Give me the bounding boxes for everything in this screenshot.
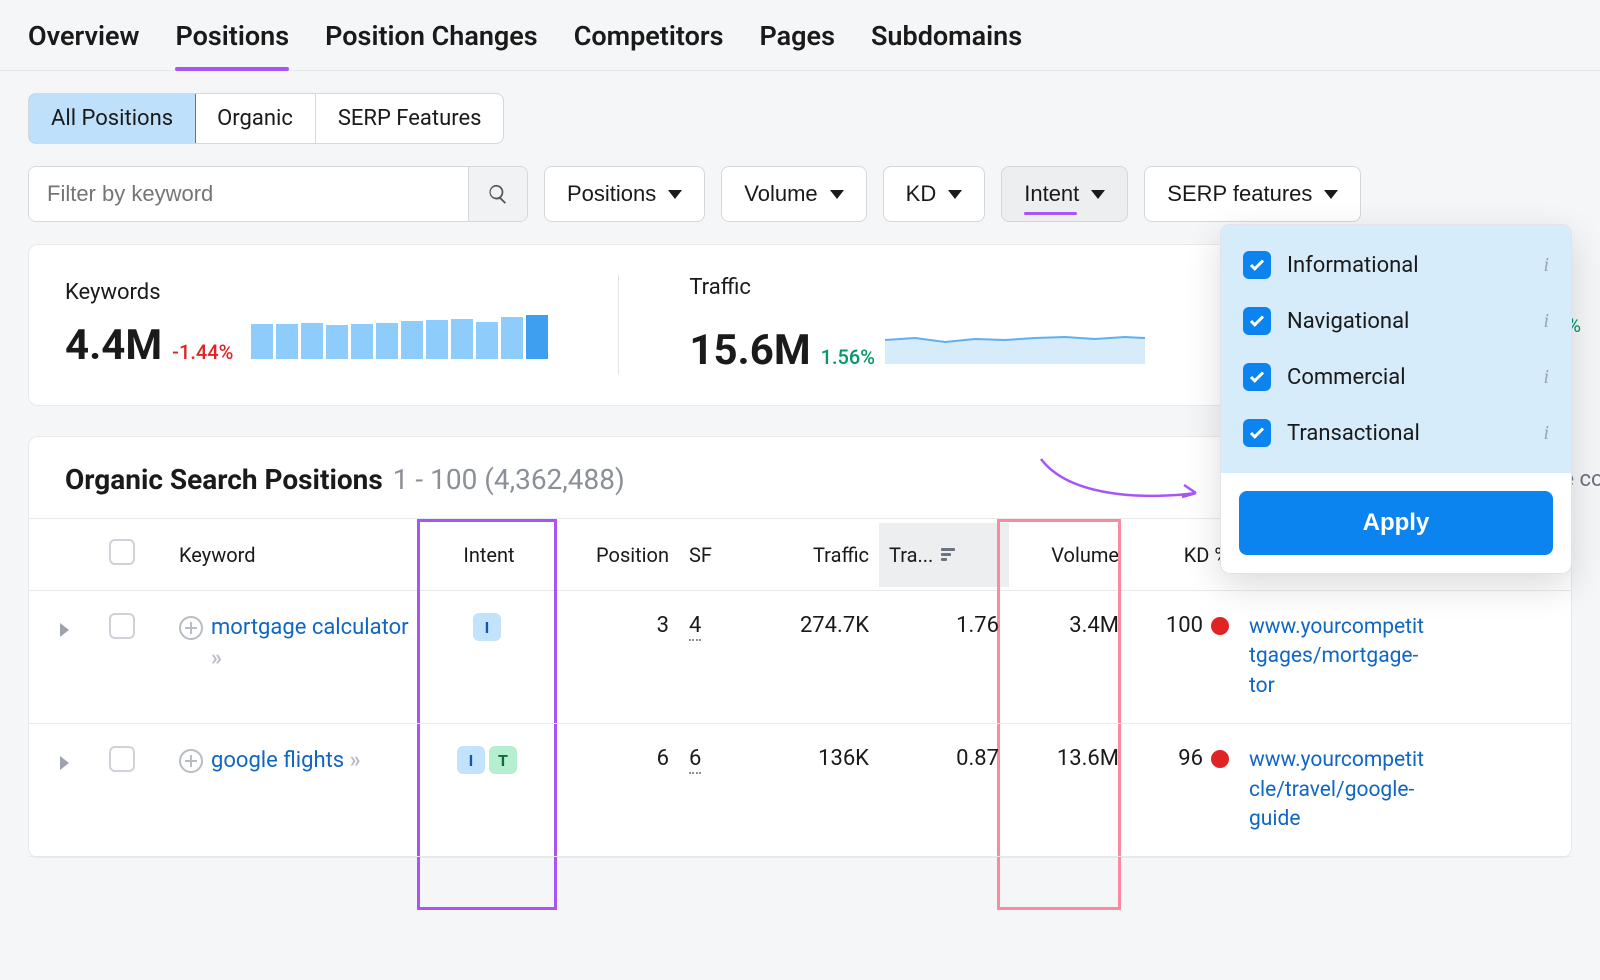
kd-difficulty-dot: [1211, 617, 1229, 635]
metric-value: 4.4M: [65, 321, 162, 370]
intent-option-navigational[interactable]: Navigational i: [1221, 293, 1571, 349]
metric-keywords: Keywords 4.4M -1.44%: [65, 280, 548, 370]
tab-positions[interactable]: Positions: [175, 20, 289, 70]
row-checkbox[interactable]: [109, 613, 135, 639]
filter-serp-features[interactable]: SERP features: [1144, 166, 1361, 222]
search-button[interactable]: [468, 167, 527, 221]
keywords-sparkline-bars: [251, 315, 548, 359]
tab-overview[interactable]: Overview: [28, 20, 139, 70]
filter-bar: Positions Volume KD Intent SERP features…: [0, 144, 1600, 244]
filter-intent[interactable]: Intent: [1001, 166, 1128, 222]
cell-volume: 3.4M: [1009, 591, 1129, 660]
primary-tabs: Overview Positions Position Changes Comp…: [0, 0, 1600, 71]
col-traffic-pct[interactable]: Tra...: [879, 523, 1009, 587]
keyword-link[interactable]: mortgage calculator »: [211, 613, 409, 675]
cell-kd: 100: [1129, 591, 1239, 660]
url-link[interactable]: www.yourcompetittgages/mortgage-tor: [1239, 591, 1571, 723]
info-icon[interactable]: i: [1543, 422, 1549, 445]
col-position[interactable]: Position: [559, 523, 679, 587]
cell-sf: 6: [679, 724, 739, 793]
table-title: Organic Search Positions: [65, 463, 383, 496]
select-all-checkbox[interactable]: [109, 539, 135, 565]
checkbox-checked-icon: [1243, 307, 1271, 335]
tab-subdomains[interactable]: Subdomains: [871, 20, 1022, 70]
add-keyword-icon[interactable]: [179, 749, 203, 773]
table-row: google flights »IT66136K0.8713.6M96www.y…: [29, 724, 1571, 857]
keyword-search-combo: [28, 166, 528, 222]
metric-delta: -1.44%: [172, 340, 233, 364]
intent-option-commercial[interactable]: Commercial i: [1221, 349, 1571, 405]
table-row: mortgage calculator » I 34274.7K1.763.4M10…: [29, 591, 1571, 724]
intent-option-label: Informational: [1287, 253, 1419, 278]
filter-positions[interactable]: Positions: [544, 166, 705, 222]
intent-option-informational[interactable]: Informational i: [1221, 237, 1571, 293]
info-icon[interactable]: i: [1543, 366, 1549, 389]
metric-label: Traffic: [689, 275, 1145, 300]
keyword-link[interactable]: google flights »: [211, 746, 357, 777]
checkbox-checked-icon: [1243, 363, 1271, 391]
col-volume[interactable]: Volume: [1009, 523, 1129, 587]
filter-kd[interactable]: KD: [883, 166, 986, 222]
intent-option-label: Navigational: [1287, 309, 1409, 334]
col-keyword[interactable]: Keyword: [169, 523, 419, 587]
apply-button[interactable]: Apply: [1239, 491, 1553, 555]
metric-value: 15.6M: [689, 326, 810, 375]
metric-traffic: Traffic 15.6M 1.56%: [689, 275, 1145, 375]
chevron-down-icon: [830, 190, 844, 199]
cell-kd: 96: [1129, 724, 1239, 793]
col-intent[interactable]: Intent: [419, 523, 559, 587]
metric-label: Keywords: [65, 280, 548, 305]
chevron-down-icon: [1324, 190, 1338, 199]
checkbox-checked-icon: [1243, 419, 1271, 447]
intent-badge: T: [489, 746, 517, 774]
cell-traffic-pct: 1.76: [879, 591, 1009, 660]
divider: [618, 275, 619, 375]
tab-position-changes[interactable]: Position Changes: [325, 20, 538, 70]
annotation-arrow: [1031, 449, 1211, 513]
keyword-search-input[interactable]: [29, 167, 468, 221]
tab-competitors[interactable]: Competitors: [574, 20, 724, 70]
metric-delta: 1.56%: [821, 345, 875, 369]
subtab-serp-features[interactable]: SERP Features: [316, 94, 504, 143]
search-icon: [487, 183, 509, 205]
open-icon: »: [211, 646, 218, 671]
subtab-organic[interactable]: Organic: [195, 94, 316, 143]
intent-dropdown-panel: Informational i Navigational i Commercia…: [1220, 224, 1572, 574]
table-range: 1 - 100 (4,362,488): [393, 463, 625, 496]
col-traffic[interactable]: Traffic: [739, 523, 879, 587]
expand-row-icon[interactable]: [60, 623, 69, 637]
chevron-down-icon: [1091, 190, 1105, 199]
cell-sf: 4: [679, 591, 739, 660]
info-icon[interactable]: i: [1543, 254, 1549, 277]
intent-badge: I: [473, 613, 501, 641]
sort-desc-icon: [941, 548, 955, 561]
subtab-all-positions[interactable]: All Positions: [28, 93, 196, 144]
col-sf[interactable]: SF: [679, 523, 739, 587]
cell-position: 6: [559, 724, 679, 793]
tab-pages[interactable]: Pages: [760, 20, 835, 70]
cell-traffic-pct: 0.87: [879, 724, 1009, 793]
chevron-down-icon: [668, 190, 682, 199]
chevron-down-icon: [948, 190, 962, 199]
kd-difficulty-dot: [1211, 750, 1229, 768]
cell-volume: 13.6M: [1009, 724, 1129, 793]
intent-badge: I: [457, 746, 485, 774]
info-icon[interactable]: i: [1543, 310, 1549, 333]
traffic-sparkline-area: [885, 310, 1145, 364]
cell-position: 3: [559, 591, 679, 660]
intent-option-label: Transactional: [1287, 421, 1420, 446]
checkbox-checked-icon: [1243, 251, 1271, 279]
cell-traffic: 274.7K: [739, 591, 879, 660]
row-checkbox[interactable]: [109, 746, 135, 772]
add-keyword-icon[interactable]: [179, 616, 203, 640]
open-icon: »: [350, 748, 357, 773]
cell-traffic: 136K: [739, 724, 879, 793]
intent-option-transactional[interactable]: Transactional i: [1221, 405, 1571, 461]
expand-row-icon[interactable]: [60, 756, 69, 770]
url-link[interactable]: www.yourcompetitcle/travel/google-guide: [1239, 724, 1571, 856]
filter-volume[interactable]: Volume: [721, 166, 866, 222]
intent-option-label: Commercial: [1287, 365, 1406, 390]
position-type-tabs: All Positions Organic SERP Features: [28, 93, 504, 144]
